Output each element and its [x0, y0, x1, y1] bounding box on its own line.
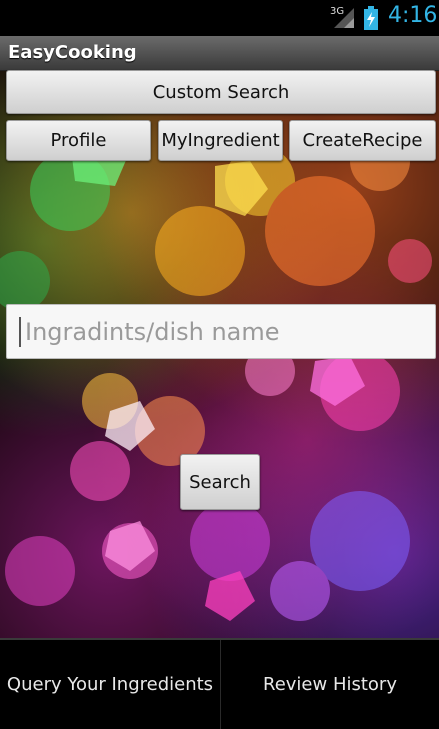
search-button[interactable]: Search	[180, 454, 260, 510]
search-field[interactable]	[6, 304, 436, 359]
clock: 4:16	[388, 3, 438, 28]
text-cursor	[19, 316, 21, 347]
my-ingredient-button[interactable]: MyIngredient	[158, 120, 283, 161]
app-title: EasyCooking	[8, 42, 137, 63]
action-bar: EasyCooking	[0, 36, 439, 71]
create-recipe-button[interactable]: CreateRecipe	[289, 120, 436, 161]
tab-label: Query Your Ingredients	[6, 674, 214, 695]
custom-search-button[interactable]: Custom Search	[6, 70, 436, 114]
status-bar: 3G 4:16	[0, 0, 439, 36]
tab-review-history[interactable]: Review History	[221, 640, 439, 729]
battery-charging-icon	[364, 6, 378, 30]
network-signal-icon: 3G	[330, 6, 354, 28]
profile-button[interactable]: Profile	[6, 120, 151, 161]
tab-label: Review History	[263, 674, 397, 695]
tab-query-your-ingredients[interactable]: Query Your Ingredients	[0, 640, 220, 729]
search-input[interactable]	[23, 316, 407, 347]
bottom-tab-bar: Query Your Ingredients Review History	[0, 638, 439, 729]
